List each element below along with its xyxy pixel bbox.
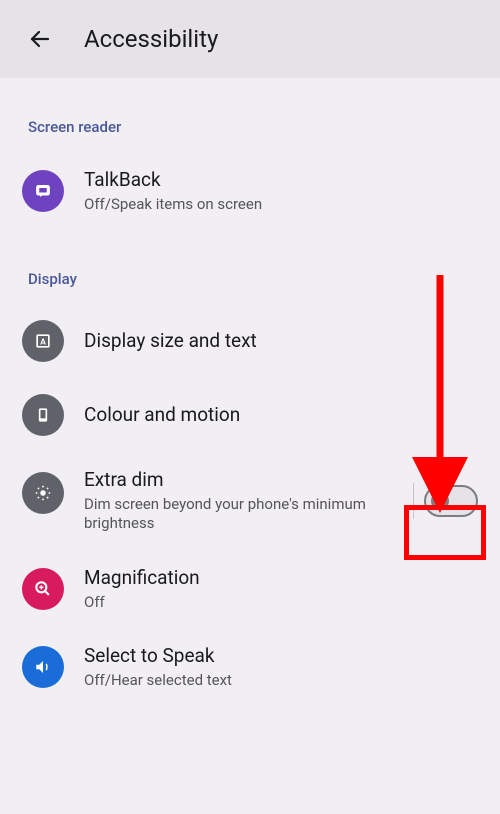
select-to-speak-item[interactable]: Select to Speak Off/Hear selected text <box>0 628 500 706</box>
toggle-separator <box>413 483 414 519</box>
magnification-item[interactable]: Magnification Off <box>0 550 500 628</box>
extra-dim-link[interactable]: Extra dim Dim screen beyond your phone's… <box>22 468 403 534</box>
colour-motion-icon <box>22 394 64 436</box>
extra-dim-title: Extra dim <box>84 468 403 493</box>
talkback-text: TalkBack Off/Speak items on screen <box>84 168 478 214</box>
talkback-subtitle: Off/Speak items on screen <box>84 195 478 215</box>
back-button[interactable] <box>20 19 60 59</box>
page-title: Accessibility <box>84 25 218 53</box>
talkback-item[interactable]: TalkBack Off/Speak items on screen <box>0 152 500 230</box>
extra-dim-icon <box>22 472 64 514</box>
extra-dim-text: Extra dim Dim screen beyond your phone's… <box>84 468 403 534</box>
display-size-icon: A <box>22 320 64 362</box>
colour-motion-title: Colour and motion <box>84 403 478 428</box>
select-to-speak-subtitle: Off/Hear selected text <box>84 671 478 691</box>
select-to-speak-title: Select to Speak <box>84 644 478 669</box>
colour-motion-item[interactable]: Colour and motion <box>0 378 500 452</box>
select-to-speak-text: Select to Speak Off/Hear selected text <box>84 644 478 690</box>
display-size-title: Display size and text <box>84 329 478 354</box>
extra-dim-toggle[interactable] <box>424 485 478 517</box>
arrow-back-icon <box>28 27 52 51</box>
magnification-icon <box>22 568 64 610</box>
app-header: Accessibility <box>0 0 500 78</box>
colour-motion-text: Colour and motion <box>84 403 478 428</box>
display-size-text: Display size and text <box>84 329 478 354</box>
talkback-title: TalkBack <box>84 168 478 193</box>
magnification-subtitle: Off <box>84 593 478 613</box>
section-header-screen-reader: Screen reader <box>0 78 500 152</box>
magnification-title: Magnification <box>84 566 478 591</box>
extra-dim-item: Extra dim Dim screen beyond your phone's… <box>0 452 500 550</box>
svg-text:A: A <box>40 338 46 348</box>
section-header-display: Display <box>0 230 500 304</box>
select-to-speak-icon <box>22 646 64 688</box>
magnification-text: Magnification Off <box>84 566 478 612</box>
display-size-item[interactable]: A Display size and text <box>0 304 500 378</box>
settings-content: Screen reader TalkBack Off/Speak items o… <box>0 78 500 726</box>
toggle-knob <box>431 492 449 510</box>
talkback-icon <box>22 170 64 212</box>
extra-dim-subtitle: Dim screen beyond your phone's minimum b… <box>84 495 403 534</box>
